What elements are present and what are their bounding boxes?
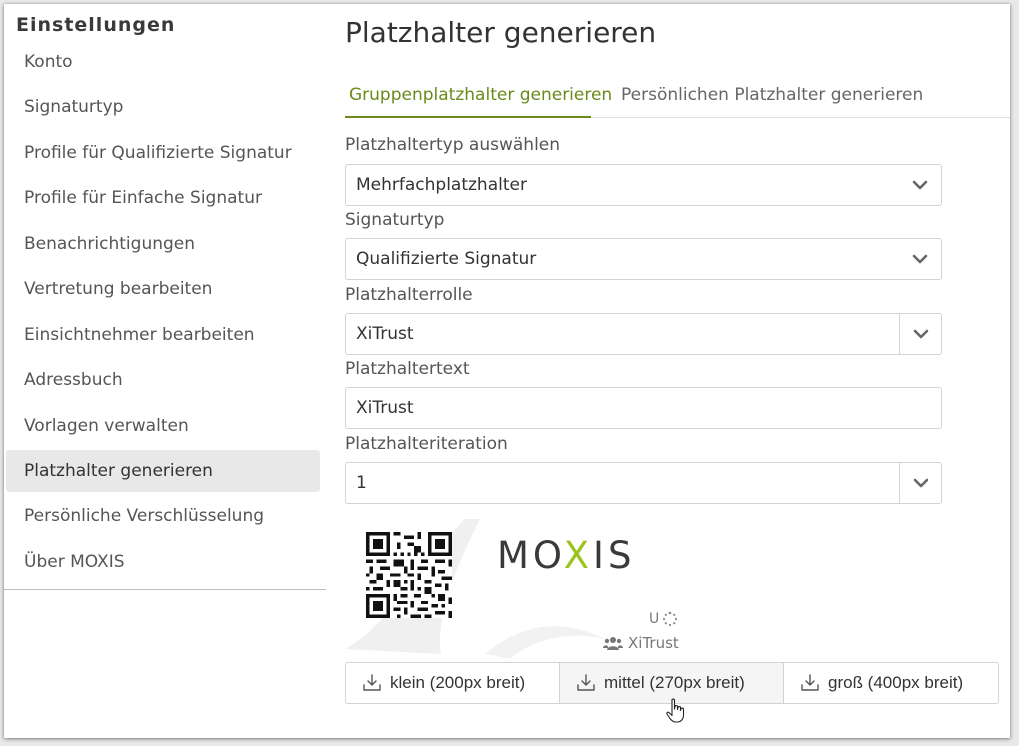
hand-cursor-icon bbox=[666, 698, 685, 723]
group-indicator: XiTrust bbox=[603, 634, 679, 652]
download-large-label: groß (400px breit) bbox=[828, 673, 964, 692]
sidebar-item-profile-einfache-signatur[interactable]: Profile für Einfache Signatur bbox=[6, 177, 320, 219]
chevron-down-icon bbox=[899, 239, 941, 279]
placeholder-iteration-select[interactable]: 1 bbox=[345, 462, 942, 504]
sidebar-menu: Konto Signaturtyp Profile für Qualifizie… bbox=[6, 41, 320, 586]
download-icon bbox=[801, 674, 819, 691]
group-icon bbox=[603, 637, 623, 650]
placeholder-preview: MOXIS U XiTrust bbox=[345, 519, 695, 659]
placeholder-role-select[interactable]: XiTrust bbox=[345, 313, 942, 355]
moxis-logo: MOXIS bbox=[497, 534, 636, 577]
sidebar-item-profile-qualifizierte-signatur[interactable]: Profile für Qualifizierte Signatur bbox=[6, 132, 320, 174]
signature-type-select[interactable]: Qualifizierte Signatur bbox=[345, 238, 942, 280]
download-small-label: klein (200px breit) bbox=[390, 673, 526, 692]
download-icon bbox=[577, 674, 595, 691]
page-title: Platzhalter generieren bbox=[345, 16, 657, 49]
placeholder-type-label: Platzhaltertyp auswählen bbox=[345, 135, 561, 155]
tab-persoenlicher-platzhalter[interactable]: Persönlichen Platzhalter generieren bbox=[617, 80, 927, 118]
signature-type-label: Signaturtyp bbox=[345, 210, 445, 230]
placeholder-role-label: Platzhalterrolle bbox=[345, 285, 473, 305]
sidebar-item-platzhalter-generieren[interactable]: Platzhalter generieren bbox=[6, 449, 320, 492]
placeholder-text-input[interactable]: XiTrust bbox=[345, 387, 942, 429]
sidebar-item-einsichtnehmer-bearbeiten[interactable]: Einsichtnehmer bearbeiten bbox=[6, 314, 320, 356]
chevron-down-icon[interactable] bbox=[899, 463, 941, 503]
sidebar-item-benachrichtigungen[interactable]: Benachrichtigungen bbox=[6, 223, 320, 265]
group-name: XiTrust bbox=[628, 634, 679, 652]
sidebar-title: Einstellungen bbox=[16, 14, 176, 36]
main-content: Platzhalter generieren Gruppenplatzhalte… bbox=[345, 4, 1010, 734]
chevron-down-icon bbox=[899, 165, 941, 205]
download-icon bbox=[363, 674, 381, 691]
download-medium-label: mittel (270px breit) bbox=[604, 673, 745, 692]
chevron-down-icon[interactable] bbox=[899, 314, 941, 354]
tab-gruppenplatzhalter[interactable]: Gruppenplatzhalter generieren bbox=[345, 80, 612, 118]
placeholder-role-value: XiTrust bbox=[356, 324, 414, 344]
signature-type-value: Qualifizierte Signatur bbox=[356, 249, 537, 269]
sidebar-item-ueber-moxis[interactable]: Über MOXIS bbox=[6, 541, 320, 583]
placeholder-iteration-value: 1 bbox=[356, 473, 367, 493]
sidebar-item-konto[interactable]: Konto bbox=[6, 41, 320, 83]
settings-sidebar: Einstellungen Konto Signaturtyp Profile … bbox=[4, 4, 326, 590]
placeholder-iteration-label: Platzhalteriteration bbox=[345, 434, 508, 454]
qr-code bbox=[366, 532, 452, 618]
sidebar-item-signaturtyp[interactable]: Signaturtyp bbox=[6, 86, 320, 128]
download-small-button[interactable]: klein (200px breit) bbox=[345, 662, 560, 704]
settings-window: Einstellungen Konto Signaturtyp Profile … bbox=[4, 4, 1010, 738]
placeholder-type-select[interactable]: Mehrfachplatzhalter bbox=[345, 164, 942, 206]
download-large-button[interactable]: groß (400px breit) bbox=[783, 662, 999, 704]
tab-bar: Gruppenplatzhalter generieren Persönlich… bbox=[345, 80, 1010, 118]
user-initial: U bbox=[649, 611, 660, 627]
spinner-icon bbox=[663, 611, 678, 627]
placeholder-text-label: Platzhaltertext bbox=[345, 359, 470, 379]
user-indicator: U bbox=[649, 611, 678, 627]
sidebar-item-adressbuch[interactable]: Adressbuch bbox=[6, 359, 320, 401]
sidebar-item-persoenliche-verschluesselung[interactable]: Persönliche Verschlüsselung bbox=[6, 495, 320, 537]
sidebar-item-vertretung-bearbeiten[interactable]: Vertretung bearbeiten bbox=[6, 268, 320, 310]
sidebar-item-vorlagen-verwalten[interactable]: Vorlagen verwalten bbox=[6, 405, 320, 447]
placeholder-text-value: XiTrust bbox=[356, 398, 414, 418]
placeholder-type-value: Mehrfachplatzhalter bbox=[356, 175, 527, 195]
